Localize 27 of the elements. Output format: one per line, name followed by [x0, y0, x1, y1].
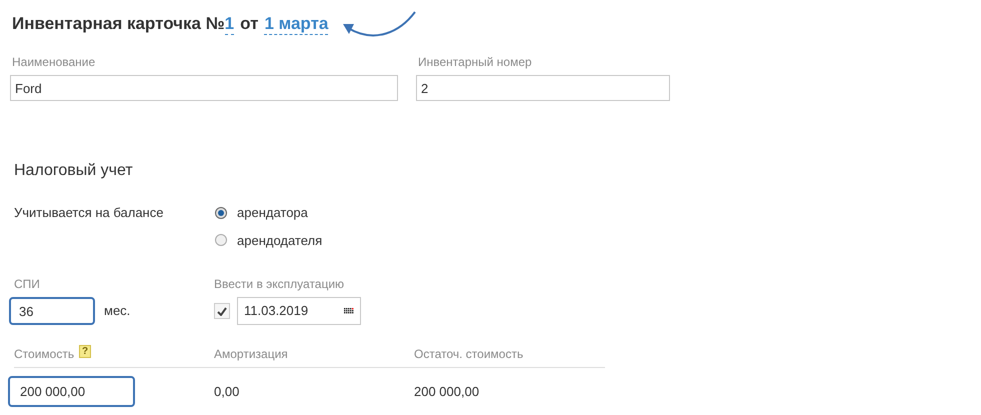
radio-option[interactable]: арендатора: [215, 203, 322, 222]
field-label: Ввести в эксплуатацию: [214, 276, 346, 293]
column-header: Остаточ. стоимость: [414, 346, 524, 363]
column-header: Стоимость: [14, 346, 74, 363]
date-field[interactable]: 11.03.2019: [237, 297, 361, 325]
date-link[interactable]: 1 марта: [264, 14, 328, 34]
text-field[interactable]: 2: [416, 75, 670, 101]
help-icon[interactable]: ?: [79, 345, 92, 358]
balance-label: Учитывается на балансе: [14, 204, 164, 222]
cost-field[interactable]: 200 000,00: [8, 376, 135, 407]
checkbox[interactable]: [214, 303, 230, 319]
unit-label: мес.: [104, 302, 130, 320]
residual-value: 200 000,00: [414, 382, 480, 401]
field-label: Инвентарный номер: [418, 54, 533, 71]
number-link[interactable]: 1: [224, 14, 234, 34]
field-label: СПИ: [14, 276, 41, 293]
card-title: Инвентарная карточка №: [12, 12, 225, 34]
field-label: Наименование: [12, 54, 96, 71]
column-header: Амортизация: [214, 346, 288, 363]
text-field[interactable]: Ford: [10, 75, 398, 101]
title-separator: от: [240, 12, 258, 34]
section-title: Налоговый учет: [13, 161, 134, 181]
calendar-icon[interactable]: [344, 308, 354, 314]
radio-option[interactable]: арендодателя: [215, 230, 322, 250]
check-icon: [217, 306, 227, 316]
depreciation-value: 0,00: [214, 382, 240, 401]
months-field[interactable]: 36: [9, 297, 95, 325]
